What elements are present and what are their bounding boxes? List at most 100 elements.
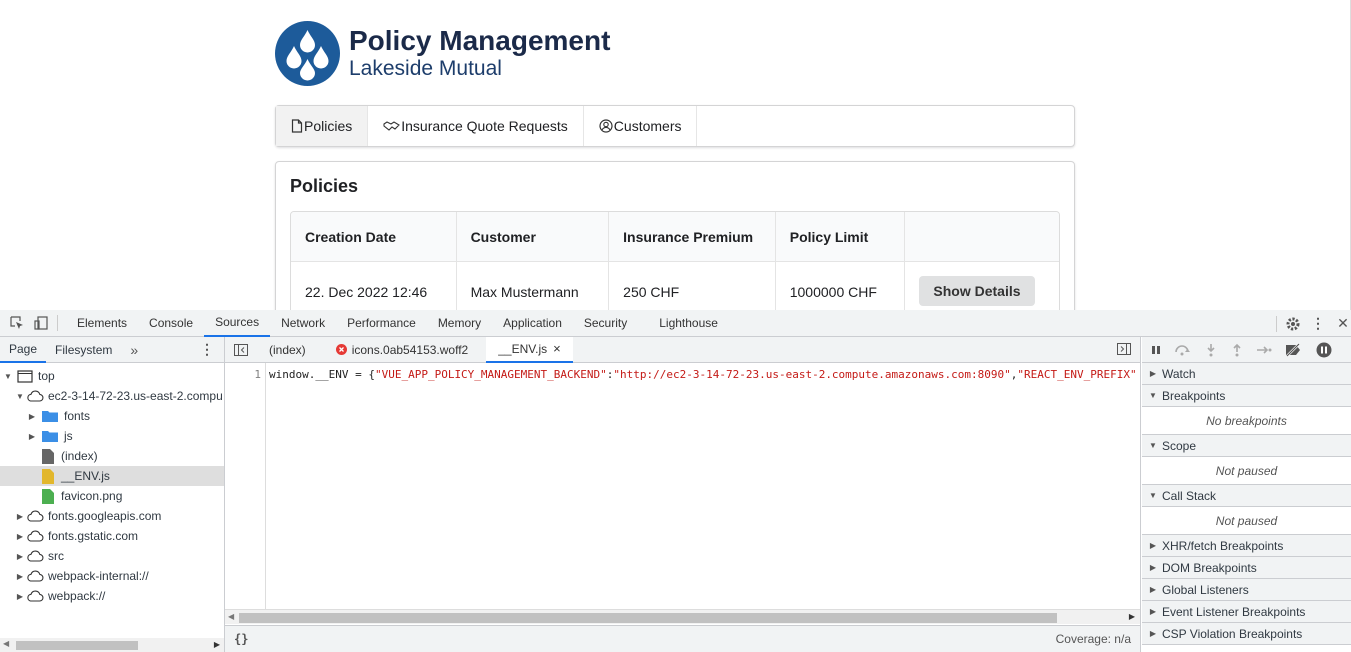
expand-arrow-icon[interactable]: ▶ xyxy=(1148,585,1158,594)
expand-arrow-icon[interactable]: ▶ xyxy=(15,552,25,561)
step-over-icon[interactable] xyxy=(1174,344,1192,356)
section-scope[interactable]: ▼ Scope xyxy=(1142,435,1351,457)
expand-arrow-icon[interactable]: ▶ xyxy=(15,532,25,541)
menu-item-customers[interactable]: Customers xyxy=(584,106,698,146)
code-line[interactable]: window.__ENV = {"VUE_APP_POLICY_MANAGEME… xyxy=(269,368,1139,381)
tab-application[interactable]: Application xyxy=(492,310,573,337)
step-out-icon[interactable] xyxy=(1230,343,1244,357)
toggle-navigator-icon[interactable] xyxy=(225,343,257,356)
devtools-toolbar: Elements Console Sources Network Perform… xyxy=(0,310,1351,337)
tab-page[interactable]: Page xyxy=(0,337,47,363)
scrollbar-thumb[interactable] xyxy=(239,613,1057,623)
editor-tab-env-js[interactable]: __ENV.js × xyxy=(486,336,573,363)
expand-arrow-icon[interactable]: ▼ xyxy=(3,372,13,381)
more-tabs-chevron-icon[interactable]: » xyxy=(121,337,147,363)
pause-on-exceptions-icon[interactable] xyxy=(1316,342,1332,358)
line-number: 1 xyxy=(254,368,261,381)
editor-scrollbar[interactable]: ◀ ▶ xyxy=(225,609,1140,624)
section-label: XHR/fetch Breakpoints xyxy=(1162,538,1284,553)
section-call-stack[interactable]: ▼ Call Stack xyxy=(1142,485,1351,507)
code-token: : xyxy=(1137,368,1139,381)
step-into-icon[interactable] xyxy=(1204,343,1218,357)
editor-tab-index[interactable]: (index) xyxy=(257,337,318,363)
tab-console[interactable]: Console xyxy=(138,310,204,337)
scroll-left-arrow-icon[interactable]: ◀ xyxy=(228,612,234,621)
tree-item-webpack-internal[interactable]: ▶ webpack-internal:// xyxy=(0,566,224,586)
tree-label: fonts.gstatic.com xyxy=(48,529,139,543)
scroll-right-arrow-icon[interactable]: ▶ xyxy=(214,640,220,649)
tab-elements[interactable]: Elements xyxy=(66,310,138,337)
section-xhr-breakpoints[interactable]: ▶ XHR/fetch Breakpoints xyxy=(1142,535,1351,557)
tree-item-googleapis[interactable]: ▶ fonts.googleapis.com xyxy=(0,506,224,526)
editor-tab-label: __ENV.js xyxy=(498,341,548,356)
tree-item-favicon[interactable]: favicon.png xyxy=(0,486,224,506)
tree-item-js-folder[interactable]: ▶ js xyxy=(0,426,224,446)
menu-item-insurance-quote-requests[interactable]: Insurance Quote Requests xyxy=(368,106,584,146)
expand-arrow-icon[interactable]: ▶ xyxy=(27,412,37,421)
tab-security[interactable]: Security xyxy=(573,310,638,337)
tree-item-env-js[interactable]: __ENV.js xyxy=(0,466,224,486)
tab-network[interactable]: Network xyxy=(270,310,336,337)
toggle-debugger-icon[interactable] xyxy=(1117,343,1131,358)
inspect-element-icon[interactable] xyxy=(9,315,25,331)
tree-item-gstatic[interactable]: ▶ fonts.gstatic.com xyxy=(0,526,224,546)
section-event-listener-breakpoints[interactable]: ▶ Event Listener Breakpoints xyxy=(1142,601,1351,623)
section-watch[interactable]: ▶ Watch xyxy=(1142,363,1351,385)
pretty-print-button[interactable]: {} xyxy=(234,632,248,646)
tab-filesystem[interactable]: Filesystem xyxy=(46,337,121,363)
section-label: Global Listeners xyxy=(1162,582,1249,597)
expand-arrow-icon[interactable]: ▶ xyxy=(1148,563,1158,572)
scrollbar-thumb[interactable] xyxy=(16,641,138,650)
table-row: 22. Dec 2022 12:46 Max Mustermann 250 CH… xyxy=(291,262,1059,310)
deactivate-breakpoints-icon[interactable] xyxy=(1284,342,1304,357)
collapse-arrow-icon[interactable]: ▼ xyxy=(1148,391,1158,400)
scroll-right-arrow-icon[interactable]: ▶ xyxy=(1129,612,1135,621)
scroll-left-arrow-icon[interactable]: ◀ xyxy=(3,639,9,648)
expand-arrow-icon[interactable]: ▼ xyxy=(15,392,25,401)
expand-arrow-icon[interactable]: ▶ xyxy=(1148,541,1158,550)
tab-performance[interactable]: Performance xyxy=(336,310,427,337)
tree-item-index[interactable]: (index) xyxy=(0,446,224,466)
show-details-button[interactable]: Show Details xyxy=(919,275,1035,306)
section-dom-breakpoints[interactable]: ▶ DOM Breakpoints xyxy=(1142,557,1351,579)
device-toolbar-icon[interactable] xyxy=(33,315,49,331)
section-title: Policies xyxy=(290,176,359,196)
tab-lighthouse[interactable]: Lighthouse xyxy=(648,310,729,337)
tree-item-fonts-folder[interactable]: ▶ fonts xyxy=(0,406,224,426)
navigator-menu-icon[interactable]: ⋮ xyxy=(200,341,214,358)
tree-item-origin[interactable]: ▼ ec2-3-14-72-23.us-east-2.compu xyxy=(0,386,224,406)
step-icon[interactable] xyxy=(1256,344,1272,356)
editor-tab-icons-woff2[interactable]: icons.0ab54153.woff2 xyxy=(324,337,481,363)
expand-arrow-icon[interactable]: ▶ xyxy=(1148,369,1158,378)
pause-icon[interactable] xyxy=(1150,344,1162,356)
cell-customer: Max Mustermann xyxy=(457,262,610,310)
expand-arrow-icon[interactable]: ▶ xyxy=(27,432,37,441)
section-label: Scope xyxy=(1162,438,1197,453)
menu-item-policies[interactable]: Policies xyxy=(276,106,369,146)
tree-label: (index) xyxy=(61,449,98,463)
section-global-listeners[interactable]: ▶ Global Listeners xyxy=(1142,579,1351,601)
collapse-arrow-icon[interactable]: ▼ xyxy=(1148,491,1158,500)
cell-actions: Show Details xyxy=(905,262,1059,310)
settings-gear-icon[interactable] xyxy=(1285,316,1301,332)
tree-label: js xyxy=(64,429,73,443)
more-options-icon[interactable]: ⋮ xyxy=(1310,315,1326,332)
tree-item-src[interactable]: ▶ src xyxy=(0,546,224,566)
expand-arrow-icon[interactable]: ▶ xyxy=(15,572,25,581)
expand-arrow-icon[interactable]: ▶ xyxy=(1148,607,1158,616)
cloud-icon xyxy=(27,590,44,602)
expand-arrow-icon[interactable]: ▶ xyxy=(15,512,25,521)
collapse-arrow-icon[interactable]: ▼ xyxy=(1148,441,1158,450)
tab-memory[interactable]: Memory xyxy=(427,310,492,337)
navigator-pane: Page Filesystem » ⋮ ▼ top ▼ ec2-3-14-72-… xyxy=(0,337,225,652)
section-breakpoints[interactable]: ▼ Breakpoints xyxy=(1142,385,1351,407)
close-tab-icon[interactable]: × xyxy=(553,341,561,356)
expand-arrow-icon[interactable]: ▶ xyxy=(15,592,25,601)
tab-sources[interactable]: Sources xyxy=(204,310,271,337)
close-devtools-icon[interactable]: ✕ xyxy=(1335,315,1351,332)
expand-arrow-icon[interactable]: ▶ xyxy=(1148,629,1158,638)
tree-item-top[interactable]: ▼ top xyxy=(0,366,224,386)
navigator-scrollbar[interactable]: ◀ ▶ xyxy=(0,638,224,652)
section-csp-violation-breakpoints[interactable]: ▶ CSP Violation Breakpoints xyxy=(1142,623,1351,645)
tree-item-webpack[interactable]: ▶ webpack:// xyxy=(0,586,224,606)
